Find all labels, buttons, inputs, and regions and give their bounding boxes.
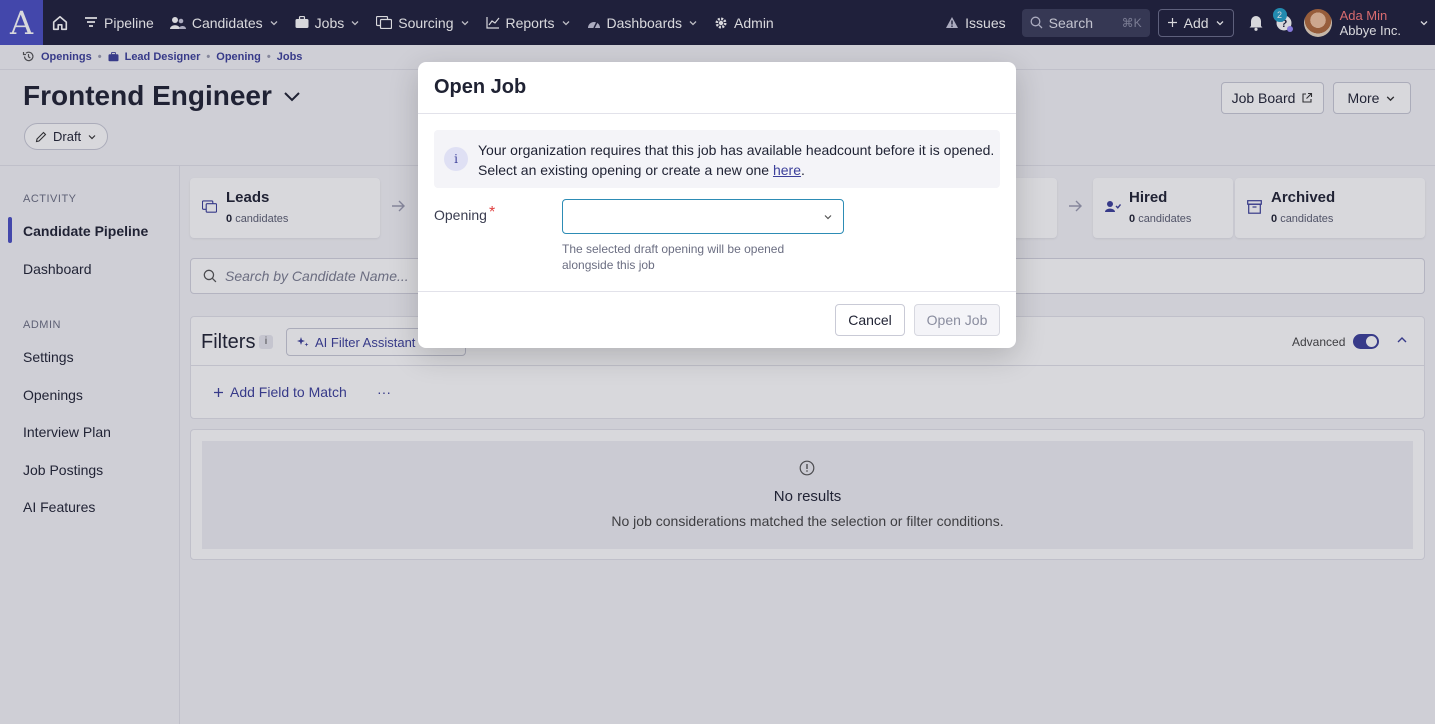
- divider: [418, 291, 1016, 292]
- info-icon: i: [444, 147, 468, 171]
- notice-line-1: Your organization requires that this job…: [478, 142, 995, 158]
- opening-help-text: The selected draft opening will be opene…: [562, 242, 785, 272]
- dialog-title: Open Job: [434, 76, 527, 98]
- headcount-notice: i Your organization requires that this j…: [434, 130, 1000, 188]
- cancel-button[interactable]: Cancel: [835, 304, 905, 336]
- notice-line-2: Select an existing opening or create a n…: [478, 162, 805, 178]
- opening-select[interactable]: [562, 199, 844, 234]
- notice-text: Your organization requires that this job…: [478, 140, 994, 180]
- create-opening-link[interactable]: here: [773, 162, 801, 178]
- open-job-button[interactable]: Open Job: [914, 304, 1000, 336]
- chevron-down-icon: [823, 212, 833, 222]
- required-indicator: *: [488, 204, 496, 221]
- opening-field-label: Opening *: [434, 204, 496, 223]
- open-job-dialog: Open Job i Your organization requires th…: [418, 62, 1016, 348]
- divider: [418, 113, 1016, 114]
